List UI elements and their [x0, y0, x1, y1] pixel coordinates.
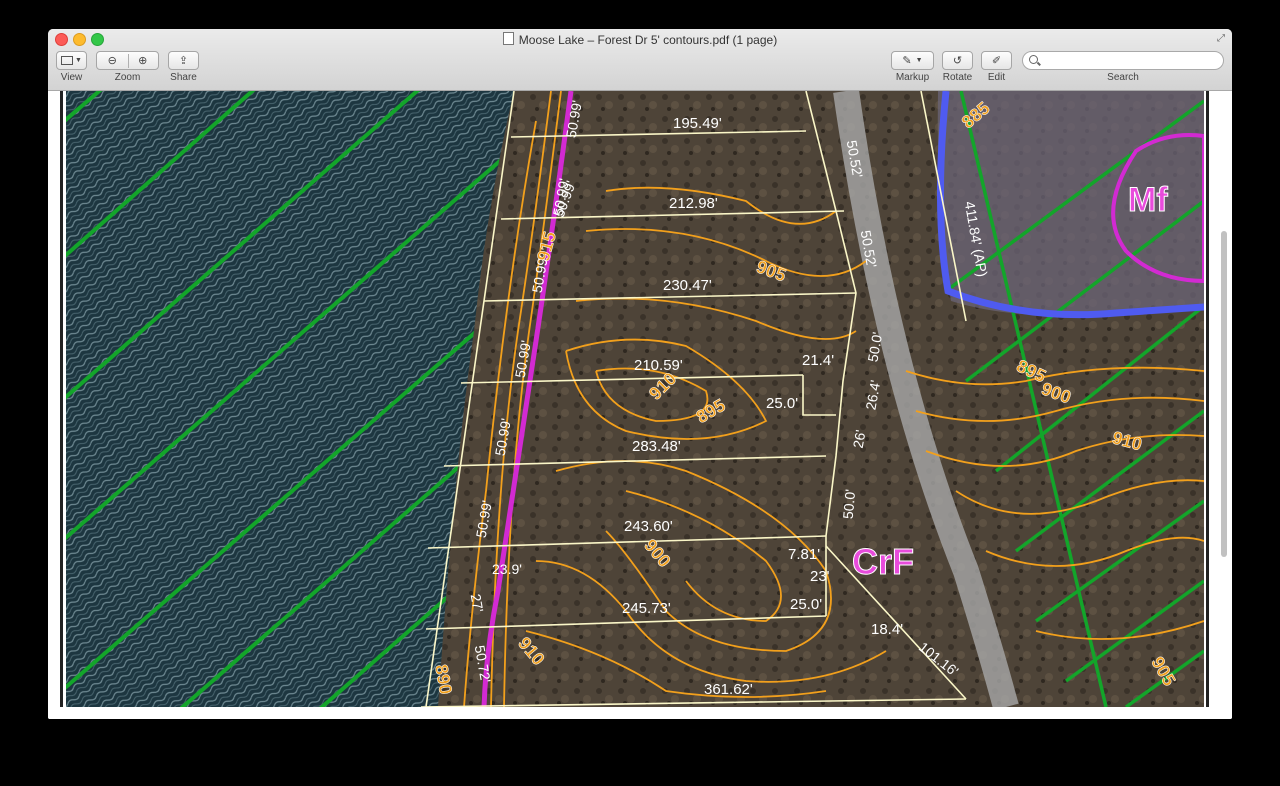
zoom-control[interactable]: ⊖ ⊕ — [96, 51, 159, 70]
pdf-page[interactable] — [66, 91, 1204, 707]
search-icon — [1029, 55, 1038, 64]
view-button[interactable]: ▼ — [56, 51, 87, 70]
page-edge-left — [60, 91, 63, 707]
chevron-down-icon: ▼ — [915, 57, 923, 64]
search-field[interactable] — [1022, 51, 1224, 70]
edit-button[interactable]: ✐ — [981, 51, 1012, 70]
pdf-document-icon — [502, 32, 514, 45]
pen-icon: ✎ — [902, 55, 912, 67]
share-label: Share — [170, 72, 197, 83]
markup-button[interactable]: ✎ ▼ — [891, 51, 934, 70]
search-label: Search — [1107, 72, 1139, 83]
sidebar-icon — [61, 56, 74, 65]
rotate-button[interactable]: ↺ — [942, 51, 973, 70]
chevron-down-icon: ▼ — [75, 57, 82, 64]
title-bar[interactable]: Moose Lake – Forest Dr 5' contours.pdf (… — [48, 29, 1232, 91]
markup-label: Markup — [895, 72, 930, 83]
share-button[interactable]: ⇪ — [168, 51, 199, 70]
contour-map — [66, 91, 1204, 707]
view-label: View — [60, 72, 83, 83]
page-edge-right — [1206, 91, 1209, 707]
search-input[interactable] — [1043, 53, 1222, 70]
preview-window: Moose Lake – Forest Dr 5' contours.pdf (… — [48, 29, 1232, 719]
edit-icon: ✐ — [991, 55, 1002, 67]
document-view[interactable] — [48, 91, 1232, 719]
rotate-icon: ↺ — [952, 55, 963, 67]
window-title-text: Moose Lake – Forest Dr 5' contours.pdf (… — [518, 33, 778, 47]
share-icon: ⇪ — [178, 55, 189, 67]
zoom-label: Zoom — [114, 72, 141, 83]
zone-fill — [937, 91, 1204, 316]
rotate-label: Rotate — [942, 72, 973, 83]
fullscreen-icon[interactable]: ⤢ — [1217, 33, 1225, 44]
window-title: Moose Lake – Forest Dr 5' contours.pdf (… — [48, 32, 1232, 47]
scrollbar-thumb[interactable] — [1221, 231, 1227, 557]
zoom-in-icon[interactable]: ⊕ — [128, 54, 159, 67]
zoom-out-icon[interactable]: ⊖ — [97, 54, 128, 67]
edit-label: Edit — [987, 72, 1006, 83]
zoom-divider — [128, 54, 129, 68]
vertical-scrollbar[interactable] — [1221, 97, 1229, 707]
